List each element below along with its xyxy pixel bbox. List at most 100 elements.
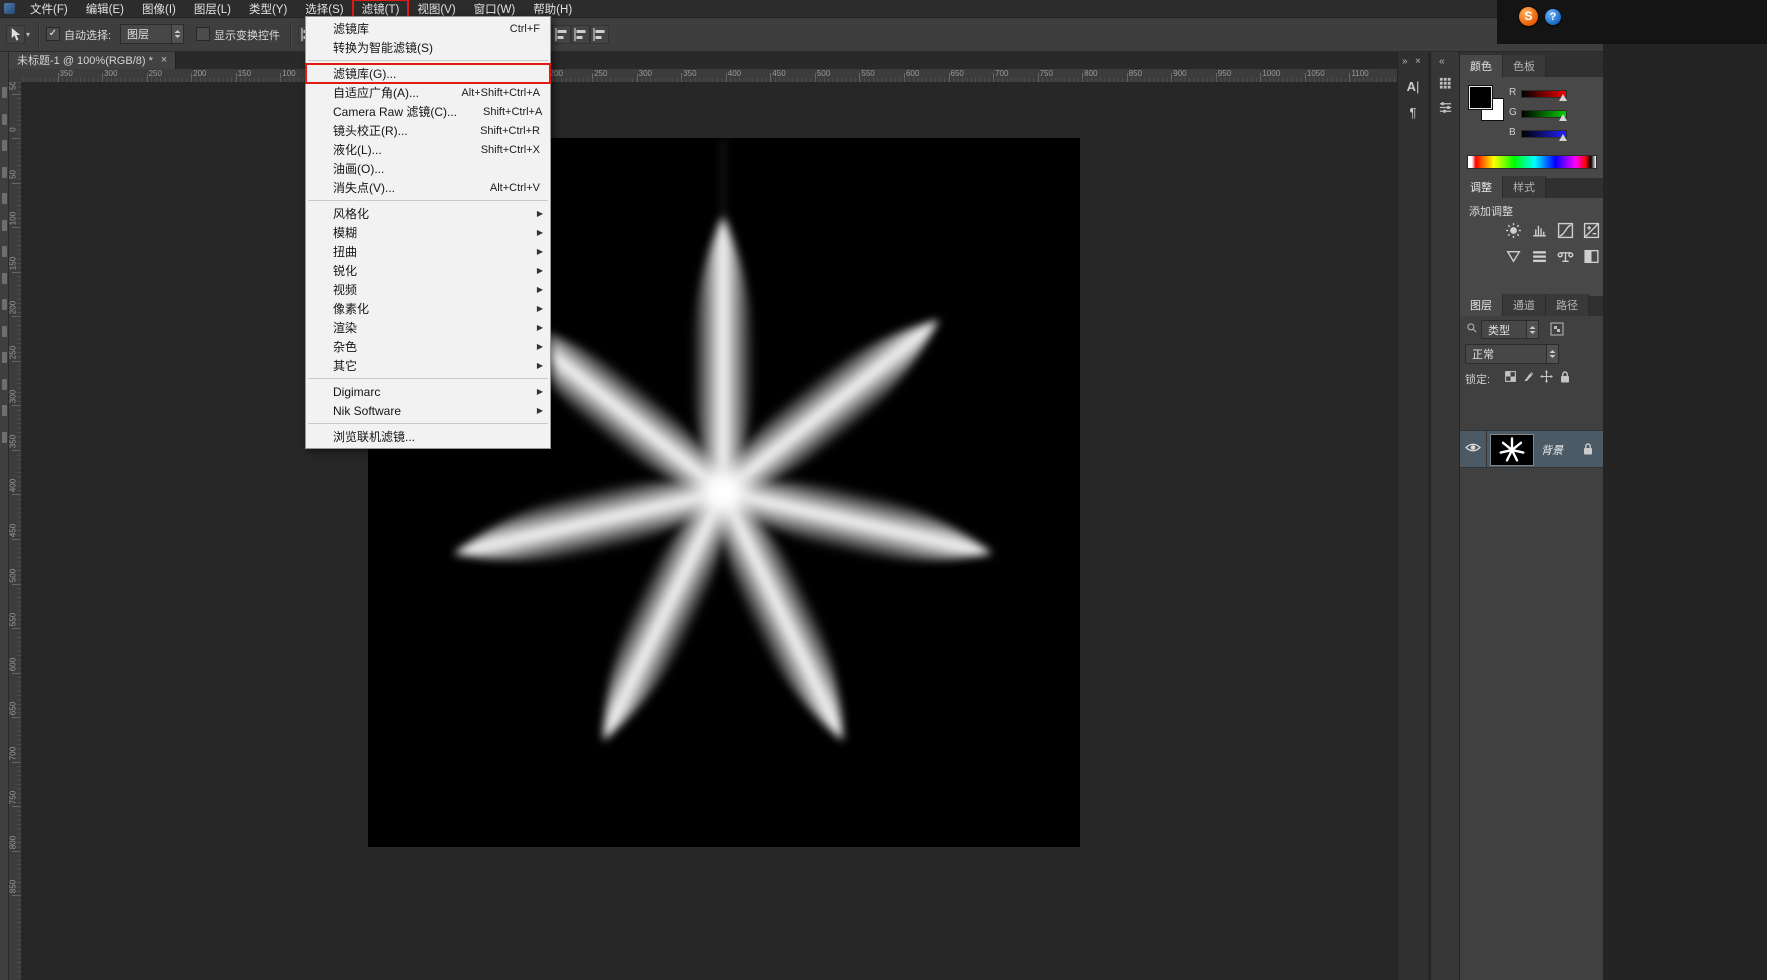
- foreground-color-swatch[interactable]: [1469, 86, 1492, 109]
- pixel-layer-filter-icon[interactable]: [1550, 322, 1564, 336]
- blend-mode-dropdown[interactable]: 正常: [1465, 344, 1559, 364]
- tab-调整[interactable]: 调整: [1460, 176, 1503, 198]
- menu-编辑(E)[interactable]: 编辑(E): [77, 0, 133, 18]
- tool-icon-edge[interactable]: [2, 166, 7, 178]
- filter-menu-item-自适应广角(A)...[interactable]: 自适应广角(A)... Alt+Shift+Ctrl+A: [306, 83, 550, 102]
- move-tool-icon[interactable]: [6, 25, 25, 44]
- layer-visibility-toggle[interactable]: [1460, 431, 1487, 467]
- tools-panel-edge[interactable]: [0, 51, 9, 980]
- vibrance-icon[interactable]: [1502, 246, 1524, 266]
- s-overlay-icon[interactable]: S: [1519, 7, 1538, 26]
- black-white-icon[interactable]: [1580, 246, 1602, 266]
- tool-icon-edge[interactable]: [2, 193, 7, 204]
- tab-通道[interactable]: 通道: [1503, 294, 1546, 316]
- lock-move-icon[interactable]: [1539, 369, 1554, 384]
- layer-filter-type-dropdown[interactable]: 类型: [1481, 320, 1539, 339]
- menu-视图(V)[interactable]: 视图(V): [408, 0, 464, 18]
- filter-menu-item-锐化[interactable]: 锐化 ▶: [306, 261, 550, 280]
- expand-dock-icon[interactable]: »: [1402, 56, 1408, 67]
- filter-menu-item-消失点(V)...[interactable]: 消失点(V)... Alt+Ctrl+V: [306, 178, 550, 197]
- filter-menu-item-镜头校正(R)...[interactable]: 镜头校正(R)... Shift+Ctrl+R: [306, 121, 550, 140]
- distribute-middle-icon[interactable]: [571, 25, 590, 44]
- tool-icon-edge[interactable]: [2, 352, 7, 363]
- lock-paint-icon[interactable]: [1521, 369, 1536, 384]
- filter-menu-item-Digimarc[interactable]: Digimarc ▶: [306, 382, 550, 401]
- exposure-icon[interactable]: [1580, 220, 1602, 240]
- tool-icon-edge[interactable]: [2, 219, 7, 231]
- vertical-ruler[interactable]: 50 0 50 100 150 200 250 300 350 400 450 500 550 600 65…: [8, 82, 22, 980]
- menu-滤镜(T)[interactable]: 滤镜(T): [351, 0, 410, 19]
- filter-menu-item-滤镜库(G)...[interactable]: 滤镜库(G)...: [305, 63, 551, 84]
- menu-选择(S)[interactable]: 选择(S): [296, 0, 352, 18]
- tool-icon-edge[interactable]: [2, 113, 7, 125]
- menu-item-label: 滤镜库(G)...: [333, 67, 397, 81]
- tab-色板[interactable]: 色板: [1503, 55, 1546, 77]
- tool-icon-edge[interactable]: [2, 140, 7, 151]
- panel-sliders-icon[interactable]: [1437, 99, 1453, 115]
- panel-grid-icon[interactable]: [1437, 75, 1453, 91]
- filter-menu-item-渲染[interactable]: 渲染 ▶: [306, 318, 550, 337]
- filter-menu-item-Camera Raw 滤镜(C)...[interactable]: Camera Raw 滤镜(C)... Shift+Ctrl+A: [306, 102, 550, 121]
- filter-menu-item-视频[interactable]: 视频 ▶: [306, 280, 550, 299]
- close-dock-icon[interactable]: ×: [1415, 56, 1421, 67]
- ruler-label: 700: [8, 746, 18, 760]
- curves-icon[interactable]: [1554, 220, 1576, 240]
- collapse-dock-icon[interactable]: «: [1439, 56, 1445, 67]
- document-close-icon[interactable]: ×: [161, 54, 167, 66]
- filter-menu-item-其它[interactable]: 其它 ▶: [306, 356, 550, 375]
- auto-select-target-dropdown[interactable]: 图层: [120, 24, 184, 44]
- tab-颜色[interactable]: 颜色: [1460, 55, 1503, 77]
- filter-menu-item-滤镜库[interactable]: 滤镜库 Ctrl+F: [306, 19, 550, 38]
- color-spectrum-ramp[interactable]: [1467, 155, 1597, 169]
- show-transform-checkbox[interactable]: [196, 27, 210, 41]
- menu-窗口(W)[interactable]: 窗口(W): [465, 0, 525, 18]
- document-tab[interactable]: 未标题-1 @ 100%(RGB/8) * ×: [9, 51, 177, 69]
- menu-文件(F)[interactable]: 文件(F): [21, 0, 77, 18]
- tool-icon-edge[interactable]: [2, 272, 7, 284]
- menu-帮助(H)[interactable]: 帮助(H): [524, 0, 581, 18]
- tool-icon-edge[interactable]: [2, 378, 7, 390]
- menu-类型(Y)[interactable]: 类型(Y): [240, 0, 296, 18]
- ruler-origin-corner[interactable]: [8, 69, 22, 83]
- layer-row-background[interactable]: 背景: [1460, 430, 1604, 468]
- tool-icon-edge[interactable]: [2, 246, 7, 257]
- lock-transparent-icon[interactable]: [1503, 369, 1518, 384]
- tool-icon-edge[interactable]: [2, 405, 7, 416]
- character-panel-icon[interactable]: A|: [1402, 79, 1424, 94]
- tool-icon-edge[interactable]: [2, 431, 7, 443]
- filter-menu-item-浏览联机滤镜...[interactable]: 浏览联机滤镜...: [306, 427, 550, 446]
- tab-图层[interactable]: 图层: [1460, 294, 1503, 316]
- brightness-contrast-icon[interactable]: [1502, 220, 1524, 240]
- hue-saturation-icon[interactable]: [1528, 246, 1550, 266]
- filter-menu-item-液化(L)...[interactable]: 液化(L)... Shift+Ctrl+X: [306, 140, 550, 159]
- filter-menu-item-杂色[interactable]: 杂色 ▶: [306, 337, 550, 356]
- lock-all-icon[interactable]: [1557, 369, 1572, 384]
- layer-thumbnail[interactable]: [1490, 434, 1534, 466]
- filter-menu-item-转换为智能滤镜(S)[interactable]: 转换为智能滤镜(S): [306, 38, 550, 57]
- auto-select-checkbox[interactable]: ✓: [46, 27, 60, 41]
- horizontal-ruler[interactable]: 3503002502001501005005010015020025030035…: [21, 69, 1397, 83]
- tab-样式[interactable]: 样式: [1503, 176, 1546, 198]
- color-balance-icon[interactable]: [1554, 246, 1576, 266]
- filter-menu-item-扭曲[interactable]: 扭曲 ▶: [306, 242, 550, 261]
- slider-handle-icon[interactable]: [1559, 114, 1567, 121]
- filter-menu-item-像素化[interactable]: 像素化 ▶: [306, 299, 550, 318]
- filter-menu-item-风格化[interactable]: 风格化 ▶: [306, 204, 550, 223]
- distribute-bottom-icon[interactable]: [590, 25, 609, 44]
- levels-icon[interactable]: [1528, 220, 1550, 240]
- tool-icon-edge[interactable]: [2, 299, 7, 310]
- tool-icon-edge[interactable]: [2, 325, 7, 337]
- filter-menu-item-油画(O)...[interactable]: 油画(O)...: [306, 159, 550, 178]
- tab-路径[interactable]: 路径: [1546, 294, 1589, 316]
- distribute-top-icon[interactable]: [552, 25, 571, 44]
- filter-menu-item-Nik Software[interactable]: Nik Software ▶: [306, 401, 550, 420]
- tool-icon-edge[interactable]: [2, 87, 7, 98]
- filter-menu-item-模糊[interactable]: 模糊 ▶: [306, 223, 550, 242]
- menu-图像(I)[interactable]: 图像(I): [133, 0, 185, 18]
- slider-handle-icon[interactable]: [1559, 94, 1567, 101]
- tool-preset-caret-icon[interactable]: ▾: [26, 30, 30, 39]
- slider-handle-icon[interactable]: [1559, 134, 1567, 141]
- help-overlay-icon[interactable]: ?: [1545, 9, 1561, 25]
- menu-图层(L)[interactable]: 图层(L): [185, 0, 240, 18]
- paragraph-panel-icon[interactable]: ¶: [1402, 105, 1424, 120]
